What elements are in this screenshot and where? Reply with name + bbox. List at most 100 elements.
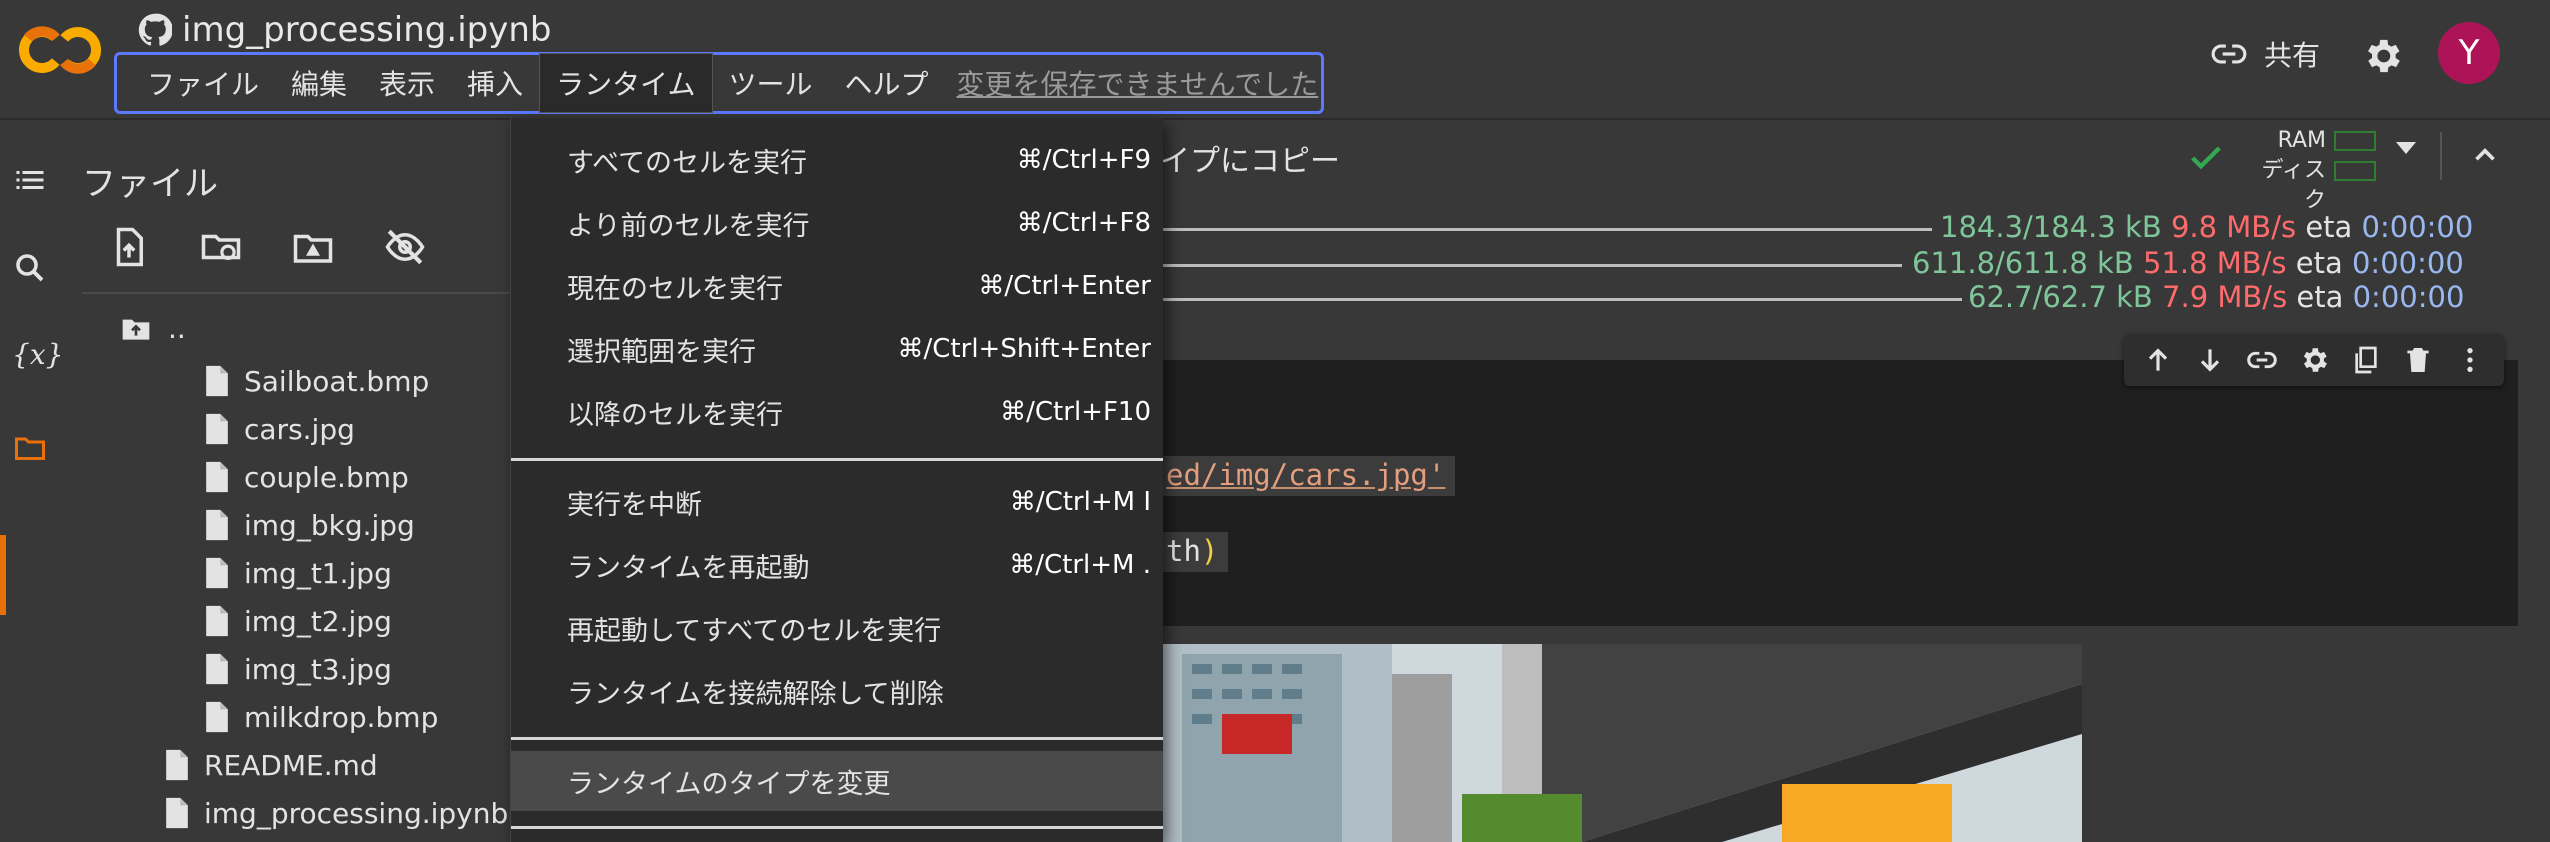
eta-label: eta xyxy=(2295,246,2343,280)
menu-item-shortcut: ⌘/Ctrl+Enter xyxy=(978,271,1151,301)
notebook-title[interactable]: img_processing.ipynb xyxy=(182,10,551,50)
run-all-cells[interactable]: すべてのセルを実行 ⌘/Ctrl+F9 xyxy=(511,130,1163,190)
colab-logo[interactable] xyxy=(18,18,102,82)
eta-value: 0:00:00 xyxy=(2351,246,2464,280)
variables-icon[interactable]: {x} xyxy=(12,338,63,374)
menu-item-shortcut: ⌘/Ctrl+Shift+Enter xyxy=(897,334,1151,364)
gear-icon[interactable] xyxy=(2360,34,2404,78)
resource-monitor[interactable]: RAM ディスク xyxy=(2240,126,2376,213)
user-avatar[interactable]: Y xyxy=(2438,22,2500,84)
folder-icon[interactable] xyxy=(12,430,48,466)
progress-bar-1 xyxy=(1162,228,1932,231)
menu-item-label: 現在のセルを実行 xyxy=(567,273,783,305)
left-rail: {x} xyxy=(0,120,63,842)
search-icon[interactable] xyxy=(12,250,48,286)
drive-icon[interactable] xyxy=(292,226,334,268)
file-item[interactable]: img_t3.jpg xyxy=(204,652,392,686)
file-name: img_t3.jpg xyxy=(244,652,392,686)
menu-item-shortcut: ⌘/Ctrl+M . xyxy=(1009,550,1151,580)
delete-icon[interactable] xyxy=(2402,344,2434,376)
run-current-cell[interactable]: 現在のセルを実行 ⌘/Ctrl+Enter xyxy=(511,256,1163,316)
menu-help[interactable]: ヘルプ xyxy=(829,55,945,111)
menu-item-shortcut: ⌘/Ctrl+F9 xyxy=(1016,145,1151,175)
folder-up-icon xyxy=(122,319,150,340)
save-warning-link[interactable]: 変更を保存できませんでした xyxy=(957,63,1319,103)
title-area: img_processing.ipynb xyxy=(138,8,551,52)
file-item[interactable]: couple.bmp xyxy=(204,460,409,494)
interrupt-execution[interactable]: 実行を中断 ⌘/Ctrl+M I xyxy=(511,472,1163,532)
progress-bar-2 xyxy=(1162,264,1902,267)
mirror-cell-icon[interactable] xyxy=(2350,344,2382,376)
run-cells-after[interactable]: 以降のセルを実行 ⌘/Ctrl+F10 xyxy=(511,382,1163,442)
code-line-call[interactable]: th) xyxy=(1160,532,1229,572)
change-runtime-type[interactable]: ランタイムのタイプを変更 xyxy=(511,751,1163,811)
menu-item-label: 実行を中断 xyxy=(567,489,702,521)
more-icon[interactable] xyxy=(2454,344,2486,376)
menu-tools[interactable]: ツール xyxy=(713,55,829,111)
copy-to-drive-text[interactable]: イプにコピー xyxy=(1160,136,1340,180)
menu-item-label: すべてのセルを実行 xyxy=(567,147,808,179)
arrow-up-icon[interactable] xyxy=(2142,344,2174,376)
caret-down-icon[interactable] xyxy=(2396,142,2416,154)
share-button[interactable]: 共有 xyxy=(2210,30,2320,78)
file-item[interactable]: img_t2.jpg xyxy=(204,604,392,638)
download-status-2: 611.8/611.8 kB 51.8 MB/s eta 0:00:00 xyxy=(1912,246,2464,280)
file-item[interactable]: Sailboat.bmp xyxy=(204,364,429,398)
menu-runtime[interactable]: ランタイム xyxy=(539,53,713,113)
parent-folder-item[interactable]: .. xyxy=(118,312,186,345)
restart-and-run-all[interactable]: 再起動してすべてのセルを実行 xyxy=(511,598,1163,658)
eta-value: 0:00:00 xyxy=(2352,280,2465,314)
download-speed: 51.8 MB/s xyxy=(2142,246,2287,280)
file-item[interactable]: cars.jpg xyxy=(204,412,355,446)
refresh-folder-icon[interactable] xyxy=(200,226,242,268)
disk-row: ディスク xyxy=(2240,156,2376,213)
eta-label: eta xyxy=(2296,280,2344,314)
cell-settings-icon[interactable] xyxy=(2298,344,2330,376)
menu-item-shortcut: ⌘/Ctrl+F8 xyxy=(1016,208,1151,238)
menu-file[interactable]: ファイル xyxy=(131,55,275,111)
restart-runtime[interactable]: ランタイムを再起動 ⌘/Ctrl+M . xyxy=(511,535,1163,595)
menu-item-label: ランタイムを接続解除して削除 xyxy=(567,678,944,710)
toc-icon[interactable] xyxy=(12,162,48,198)
menu-edit[interactable]: 編集 xyxy=(275,55,363,111)
menu-item-label: 選択範囲を実行 xyxy=(567,336,756,368)
menu-insert[interactable]: 挿入 xyxy=(451,55,539,111)
runtime-dropdown-menu: すべてのセルを実行 ⌘/Ctrl+F9 より前のセルを実行 ⌘/Ctrl+F8 … xyxy=(510,118,1163,842)
file-name: README.md xyxy=(204,748,378,782)
menu-view[interactable]: 表示 xyxy=(363,55,451,111)
file-icon xyxy=(166,749,188,781)
github-icon[interactable] xyxy=(138,13,172,47)
disk-bar xyxy=(2334,161,2376,181)
ram-row: RAM xyxy=(2240,126,2376,156)
upload-icon[interactable] xyxy=(108,226,150,268)
file-panel-title: ファイル xyxy=(82,164,218,204)
download-size: 62.7/62.7 kB xyxy=(1968,280,2153,314)
run-cells-before[interactable]: より前のセルを実行 ⌘/Ctrl+F8 xyxy=(511,193,1163,253)
file-item[interactable]: milkdrop.bmp xyxy=(204,700,438,734)
download-speed: 9.8 MB/s xyxy=(2170,210,2297,244)
cell-toolbar xyxy=(2124,334,2504,386)
file-item[interactable]: img_processing.ipynb xyxy=(164,796,508,830)
share-label: 共有 xyxy=(2264,39,2321,72)
file-item[interactable]: img_t1.jpg xyxy=(204,556,392,590)
progress-bar-3 xyxy=(1162,298,1962,301)
download-size: 611.8/611.8 kB xyxy=(1912,246,2134,280)
disconnect-and-delete-runtime[interactable]: ランタイムを接続解除して削除 xyxy=(511,661,1163,721)
collapse-icon[interactable] xyxy=(2468,138,2502,172)
file-name: img_processing.ipynb xyxy=(204,796,509,830)
hide-icon[interactable] xyxy=(384,226,426,268)
file-item[interactable]: img_bkg.jpg xyxy=(204,508,415,542)
string-literal: ed/img/cars.jpg' xyxy=(1166,458,1446,492)
run-selection[interactable]: 選択範囲を実行 ⌘/Ctrl+Shift+Enter xyxy=(511,319,1163,379)
code-line-path[interactable]: ed/img/cars.jpg' xyxy=(1160,456,1456,496)
file-icon xyxy=(206,413,228,445)
cell-link-icon[interactable] xyxy=(2246,344,2278,376)
parent-folder-label: .. xyxy=(168,312,186,345)
download-size: 184.3/184.3 kB xyxy=(1940,210,2162,244)
file-name: img_t1.jpg xyxy=(244,556,392,590)
arrow-down-icon[interactable] xyxy=(2194,344,2226,376)
menu-separator xyxy=(511,826,1163,829)
file-item[interactable]: README.md xyxy=(164,748,378,782)
download-status-3: 62.7/62.7 kB 7.9 MB/s eta 0:00:00 xyxy=(1968,280,2464,314)
download-status-1: 184.3/184.3 kB 9.8 MB/s eta 0:00:00 xyxy=(1940,210,2473,244)
